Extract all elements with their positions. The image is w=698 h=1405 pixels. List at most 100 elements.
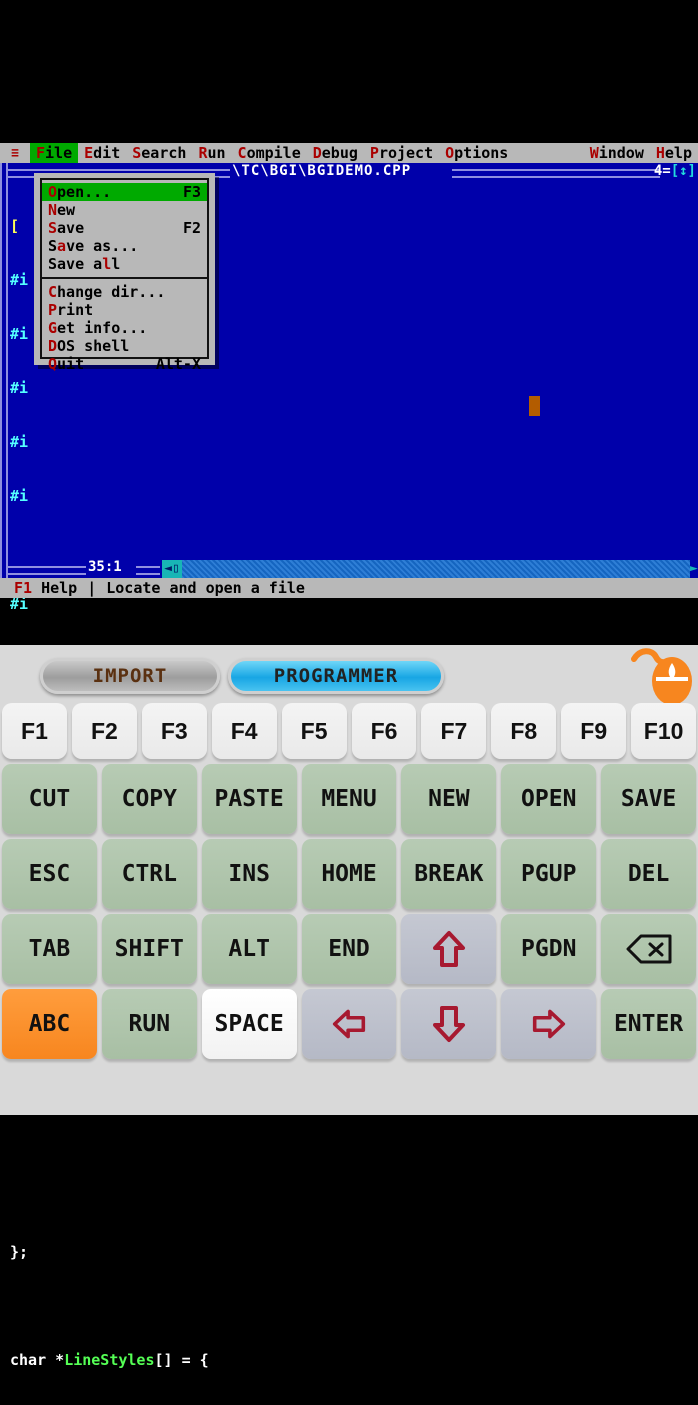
key-alt[interactable]: ALT: [201, 914, 297, 984]
key-pgdn[interactable]: PGDN: [501, 914, 597, 984]
menu-item-search[interactable]: Search: [126, 143, 192, 163]
menu-quit-item[interactable]: Quit Alt-X: [42, 355, 207, 373]
key-f5[interactable]: F5: [281, 703, 347, 759]
key-break[interactable]: BREAK: [401, 839, 497, 909]
key-end[interactable]: END: [301, 914, 397, 984]
key-cut[interactable]: CUT: [2, 764, 97, 834]
keyboard-row-control: ESC CTRL INS HOME BREAK PGUP DEL: [0, 839, 698, 909]
key-del[interactable]: DEL: [601, 839, 697, 909]
keyboard-row-function: F1 F2 F3 F4 F5 F6 F7 F8 F9 F10: [0, 703, 698, 759]
code-line: };: [10, 1243, 29, 1261]
key-ins[interactable]: INS: [201, 839, 297, 909]
mouse-icon[interactable]: [630, 647, 692, 705]
key-f10[interactable]: F10: [631, 703, 697, 759]
key-menu[interactable]: MENU: [301, 764, 397, 834]
scroll-rule-left: [6, 566, 86, 575]
status-key-label: [32, 579, 41, 597]
key-f1[interactable]: F1: [2, 703, 67, 759]
file-dropdown-menu[interactable]: Open... F3 New Save F2 Save as... Save a…: [34, 173, 215, 373]
menu-item-window[interactable]: Window: [584, 143, 650, 163]
key-backspace[interactable]: [601, 914, 697, 984]
menu-save-all-item[interactable]: Save all: [42, 255, 207, 273]
menu-item-options[interactable]: Options: [439, 143, 514, 163]
key-f6[interactable]: F6: [351, 703, 417, 759]
keyboard-row-bottom: ABC RUN SPACE ENTER: [0, 989, 698, 1059]
keyboard-toolbar: IMPORT PROGRAMMER: [0, 645, 698, 705]
key-tab[interactable]: TAB: [2, 914, 97, 984]
menu-item-edit[interactable]: Edit: [78, 143, 126, 163]
key-f3[interactable]: F3: [141, 703, 207, 759]
menu-bar: ≡ File Edit Search Run Compile Debug Pro…: [0, 143, 698, 163]
menu-item-file[interactable]: File: [30, 143, 79, 163]
key-space[interactable]: SPACE: [201, 989, 297, 1059]
menu-save-as-item[interactable]: Save as...: [42, 237, 207, 255]
import-button[interactable]: IMPORT: [40, 658, 220, 694]
window-title: \TC\BGI\BGIDEMO.CPP: [232, 163, 412, 179]
menu-item-compile[interactable]: Compile: [232, 143, 307, 163]
menu-save-all-label: Save all: [48, 255, 121, 273]
status-hint: Locate and open a file: [106, 579, 305, 597]
status-help-label[interactable]: Help: [41, 579, 77, 597]
key-arrow-right[interactable]: [501, 989, 597, 1059]
key-f2[interactable]: F2: [71, 703, 137, 759]
scroll-thumb[interactable]: ◄▯: [162, 560, 182, 578]
top-letterbox: [0, 0, 698, 143]
turbo-c-editor: ≡ File Edit Search Run Compile Debug Pro…: [0, 143, 698, 1369]
key-arrow-down[interactable]: [401, 989, 497, 1059]
code-line: #i: [10, 487, 29, 505]
menu-item-project[interactable]: Project: [364, 143, 439, 163]
cursor-position: 35:1: [88, 560, 122, 575]
menu-item-run[interactable]: Run: [192, 143, 231, 163]
key-f7[interactable]: F7: [421, 703, 487, 759]
programmer-button[interactable]: PROGRAMMER: [228, 658, 444, 694]
menu-save-as-label: Save as...: [48, 237, 139, 255]
key-shift[interactable]: SHIFT: [101, 914, 197, 984]
key-run[interactable]: RUN: [101, 989, 197, 1059]
window-number: 4=[↕]: [653, 163, 696, 179]
menu-save-item[interactable]: Save F2: [42, 219, 207, 237]
status-key[interactable]: F1: [0, 579, 32, 597]
arrow-left-icon: [332, 1009, 366, 1039]
key-f9[interactable]: F9: [561, 703, 627, 759]
menu-new-item[interactable]: New: [42, 201, 207, 219]
menu-new-label: New: [48, 201, 76, 219]
menu-dos-shell-item[interactable]: DOS shell: [42, 337, 207, 355]
menu-save-shortcut: F2: [182, 219, 201, 237]
key-new[interactable]: NEW: [401, 764, 497, 834]
key-abc[interactable]: ABC: [2, 989, 97, 1059]
menu-change-dir-item[interactable]: Change dir...: [42, 283, 207, 301]
key-f8[interactable]: F8: [491, 703, 557, 759]
menu-open-shortcut: F3: [182, 183, 201, 201]
key-arrow-up[interactable]: [401, 914, 497, 984]
key-enter[interactable]: ENTER: [601, 989, 697, 1059]
status-separator: |: [87, 579, 97, 597]
key-f4[interactable]: F4: [211, 703, 277, 759]
scroll-right-arrow[interactable]: ►: [690, 560, 698, 578]
onscreen-keyboard: IMPORT PROGRAMMER F1 F2 F3 F4 F5 F6 F7 F…: [0, 645, 698, 1115]
key-paste[interactable]: PASTE: [201, 764, 297, 834]
scroll-track[interactable]: [162, 560, 690, 578]
status-bar: F1 Help | Locate and open a file: [0, 578, 698, 598]
menu-open-item[interactable]: Open... F3: [42, 183, 207, 201]
key-pgup[interactable]: PGUP: [501, 839, 597, 909]
key-open[interactable]: OPEN: [501, 764, 597, 834]
key-ctrl[interactable]: CTRL: [101, 839, 197, 909]
key-arrow-left[interactable]: [301, 989, 397, 1059]
key-save[interactable]: SAVE: [601, 764, 697, 834]
menu-item-help[interactable]: Help: [650, 143, 698, 163]
menu-save-label: Save: [48, 219, 85, 237]
menu-quit-label: Quit: [48, 355, 85, 373]
code-line: #i: [10, 433, 29, 451]
scroll-rule-mid: [136, 566, 160, 575]
menu-open-label: Open...: [48, 183, 112, 201]
key-copy[interactable]: COPY: [101, 764, 197, 834]
keyboard-row-nav: TAB SHIFT ALT END PGDN: [0, 914, 698, 984]
menu-item-debug[interactable]: Debug: [307, 143, 364, 163]
hamburger-icon[interactable]: ≡: [0, 146, 30, 161]
menu-get-info-item[interactable]: Get info...: [42, 319, 207, 337]
horizontal-scrollbar[interactable]: 35:1 ◄▯ ►: [0, 560, 698, 578]
key-home[interactable]: HOME: [301, 839, 397, 909]
menu-print-item[interactable]: Print: [42, 301, 207, 319]
key-esc[interactable]: ESC: [2, 839, 97, 909]
